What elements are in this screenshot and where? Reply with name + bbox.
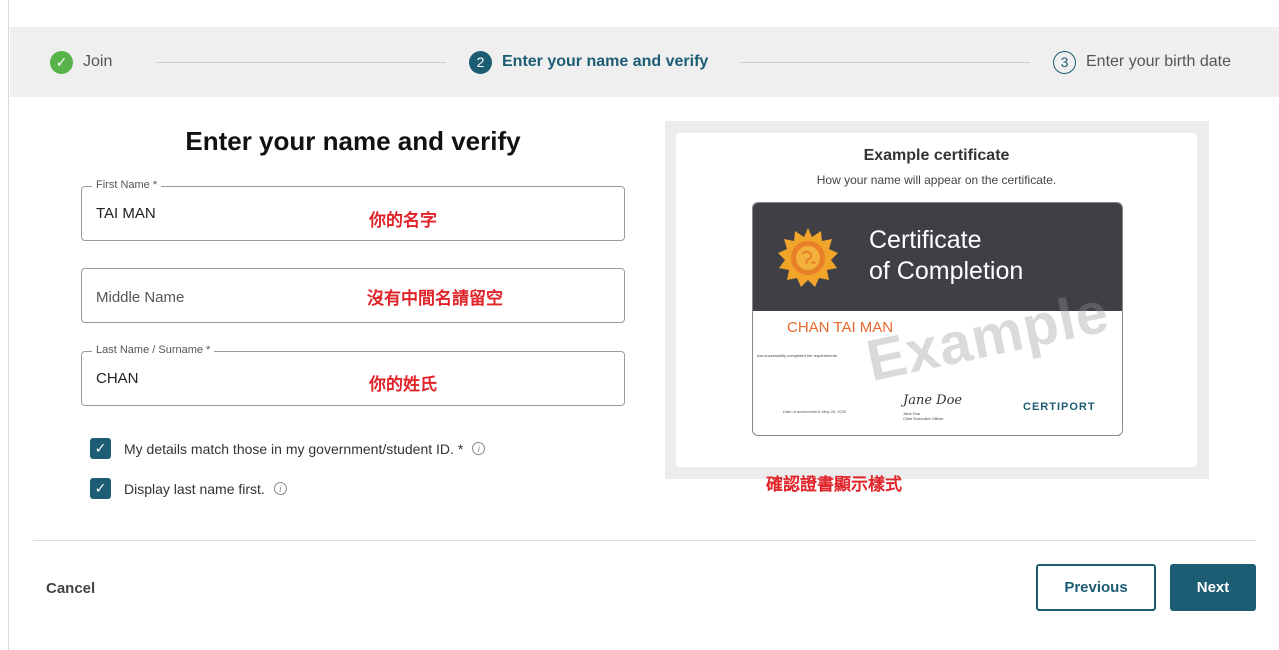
- award-seal-icon: [778, 228, 838, 287]
- next-button[interactable]: Next: [1170, 564, 1256, 611]
- annotation-middle-name: 沒有中間名請留空: [367, 289, 503, 309]
- last-name-field[interactable]: Last Name / Surname * CHAN: [81, 344, 625, 406]
- annotation-first-name: 你的名字: [369, 211, 437, 231]
- signer-title: Chief Executive Officer: [903, 416, 944, 421]
- middle-name-placeholder: Middle Name: [96, 289, 185, 306]
- last-name-label: Last Name / Surname *: [92, 344, 215, 356]
- certificate-subheading: How your name will appear on the certifi…: [816, 173, 1057, 187]
- form-title: Enter your name and verify: [185, 126, 521, 156]
- certificate-heading: Example certificate: [863, 147, 1010, 164]
- middle-name-field[interactable]: Middle Name: [81, 268, 625, 323]
- first-name-label: First Name *: [92, 179, 162, 191]
- cancel-link[interactable]: Cancel: [46, 580, 95, 597]
- previous-button[interactable]: Previous: [1036, 564, 1156, 611]
- last-name-first-checkbox[interactable]: ✓: [90, 478, 111, 499]
- step-number: 2: [469, 50, 492, 74]
- info-icon[interactable]: i: [472, 442, 486, 455]
- certificate-preview-card: Example certificate How your name will a…: [676, 133, 1197, 467]
- first-name-field[interactable]: First Name * TAI MAN: [81, 179, 625, 241]
- step-label: Enter your name and verify: [502, 53, 709, 70]
- annotation-certificate: 確認證書顯示樣式: [766, 475, 902, 495]
- certificate-date: Date of achievement: May 26, 2020: [783, 409, 847, 414]
- last-name-value: CHAN: [96, 370, 139, 387]
- certificate-title-line1: Certificate: [869, 226, 982, 254]
- step-birth-date: 3 Enter your birth date: [1053, 27, 1231, 97]
- info-icon[interactable]: i: [273, 482, 287, 495]
- step-name-verify: 2 Enter your name and verify: [469, 27, 708, 97]
- step-connector: [740, 62, 1030, 63]
- certiport-logo: CERTIPORT: [1023, 401, 1096, 413]
- certificate-title-line2: of Completion: [869, 257, 1024, 285]
- step-label: Join: [83, 53, 113, 70]
- certificate-preview-panel: Example certificate How your name will a…: [665, 121, 1209, 479]
- id-match-checkbox[interactable]: ✓: [90, 438, 111, 459]
- first-name-value: TAI MAN: [96, 205, 156, 222]
- step-join: ✓ Join: [50, 27, 112, 97]
- progress-stepper: ✓ Join 2 Enter your name and verify 3 En…: [10, 27, 1279, 97]
- page-left-border: [8, 0, 9, 650]
- step-connector: [156, 62, 446, 63]
- certificate-signature: Jane Doe: [903, 393, 963, 408]
- last-name-first-label: Display last name first.: [124, 480, 265, 497]
- certificate-image: Certificate of Completion CHAN TAI MAN h…: [752, 202, 1123, 436]
- step-number: 3: [1053, 50, 1076, 74]
- check-icon: ✓: [94, 440, 107, 456]
- last-name-first-checkbox-row: ✓ Display last name first. i: [90, 478, 287, 499]
- certificate-signer: Jane Doe Chief Executive Officer: [903, 411, 944, 421]
- id-match-checkbox-row: ✓ My details match those in my governmen…: [90, 438, 486, 459]
- check-icon: ✓: [94, 480, 107, 496]
- id-match-label: My details match those in my government/…: [124, 440, 464, 457]
- annotation-last-name: 你的姓氏: [369, 375, 437, 395]
- step-label: Enter your birth date: [1086, 53, 1231, 70]
- step-complete-check-icon: ✓: [50, 50, 73, 74]
- certificate-body-text: has successfully completed the requireme…: [757, 353, 837, 358]
- footer-divider: [33, 540, 1256, 541]
- certificate-title: Certificate of Completion: [869, 225, 1023, 287]
